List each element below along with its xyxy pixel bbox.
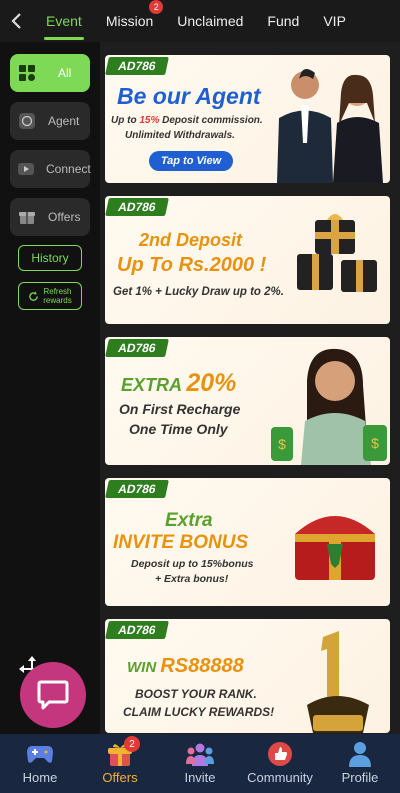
gift-boxes-illustration	[297, 214, 377, 292]
thumbs-up-icon	[266, 740, 294, 768]
banner-line: On First Recharge	[119, 401, 241, 417]
nav-community[interactable]: Community	[240, 734, 320, 793]
brand-logo: AD786	[105, 339, 169, 357]
banner-extra-20[interactable]: AD786 EXTRA 20% On First Recharge One Ti…	[105, 337, 390, 465]
refresh-rewards-button[interactable]: Refresh rewards	[18, 282, 82, 310]
nav-invite[interactable]: Invite	[160, 734, 240, 793]
tab-mission[interactable]: Mission 2	[94, 0, 165, 42]
banner-title: INVITE BONUS	[113, 532, 249, 553]
banner-line: Get 1% + Lucky Draw up to 2%.	[113, 286, 284, 298]
brand-logo: AD786	[105, 480, 169, 498]
top-bar: Event Mission 2 Unclaimed Fund VIP	[0, 0, 400, 42]
back-button[interactable]	[0, 0, 34, 42]
svg-text:$: $	[371, 435, 379, 451]
banner-line: Deposit up to 15%bonus	[131, 558, 254, 570]
banner-line: Up to 15% Deposit commission.	[111, 115, 263, 126]
banner-line: Unlimited Withdrawals.	[125, 130, 235, 141]
banner-line: One Time Only	[129, 421, 228, 437]
nav-profile[interactable]: Profile	[320, 734, 400, 793]
brand-logo: AD786	[105, 621, 169, 639]
grid-icon	[18, 64, 36, 82]
tab-event[interactable]: Event	[34, 0, 94, 42]
banner-line: + Extra bonus!	[155, 573, 229, 585]
banner-2nd-deposit[interactable]: AD786 2nd Deposit Up To Rs.2000 ! Get 1%…	[105, 196, 390, 324]
banner-line: BOOST YOUR RANK.	[135, 687, 257, 701]
gamepad-icon	[26, 740, 54, 768]
chat-bubble-icon	[37, 680, 69, 710]
person-icon	[346, 740, 374, 768]
sidebar-item-offers[interactable]: Offers	[10, 198, 90, 236]
top-tabs: Event Mission 2 Unclaimed Fund VIP	[34, 0, 400, 42]
woman-money-illustration: $ $	[271, 348, 387, 465]
chevron-left-icon	[11, 13, 21, 29]
offers-badge: 2	[124, 736, 140, 752]
nav-home[interactable]: Home	[0, 734, 80, 793]
tab-fund[interactable]: Fund	[255, 0, 311, 42]
banner-title: Up To Rs.2000 !	[117, 254, 267, 276]
history-button[interactable]: History	[18, 245, 82, 271]
banner-title: Extra	[165, 510, 213, 531]
agents-illustration	[277, 69, 383, 183]
brand-logo: AD786	[105, 57, 169, 75]
svg-text:$: $	[278, 436, 286, 452]
refresh-icon	[29, 290, 39, 301]
tab-unclaimed[interactable]: Unclaimed	[165, 0, 255, 42]
banner-line: CLAIM LUCKY REWARDS!	[123, 705, 275, 719]
chat-fab-button[interactable]	[20, 662, 86, 728]
gift-icon	[18, 208, 36, 226]
banner-title: EXTRA 20%	[121, 369, 237, 397]
mission-badge: 2	[149, 0, 164, 14]
sidebar: All Agent Connect Offers History Refresh…	[0, 42, 100, 734]
sidebar-item-agent[interactable]: Agent	[10, 102, 90, 140]
banner-win-rank[interactable]: AD786 WIN RS88888 BOOST YOUR RANK. CLAIM…	[105, 619, 390, 733]
sidebar-item-connect[interactable]: Connect	[10, 150, 91, 188]
treasure-chest-illustration	[295, 516, 375, 580]
bottom-nav: Home 2 Offers Invite Community Profile	[0, 734, 400, 793]
brand-logo: AD786	[105, 198, 169, 216]
sidebar-item-all[interactable]: All	[10, 54, 90, 92]
banner-title: WIN RS88888	[127, 655, 244, 677]
youtube-icon	[18, 160, 34, 178]
people-icon	[186, 740, 214, 768]
banner-title: Be our Agent	[117, 83, 261, 109]
tap-to-view-button[interactable]: Tap to View	[149, 151, 233, 171]
banner-agent[interactable]: AD786 Be our Agent Up to 15% Deposit com…	[105, 55, 390, 183]
trophy-illustration	[307, 631, 369, 733]
nav-offers[interactable]: 2 Offers	[80, 734, 160, 793]
banner-title: 2nd Deposit	[139, 230, 243, 250]
banner-invite-bonus[interactable]: AD786 Extra INVITE BONUS Deposit up to 1…	[105, 478, 390, 606]
tab-vip[interactable]: VIP	[311, 0, 358, 42]
whatsapp-icon	[18, 112, 36, 130]
